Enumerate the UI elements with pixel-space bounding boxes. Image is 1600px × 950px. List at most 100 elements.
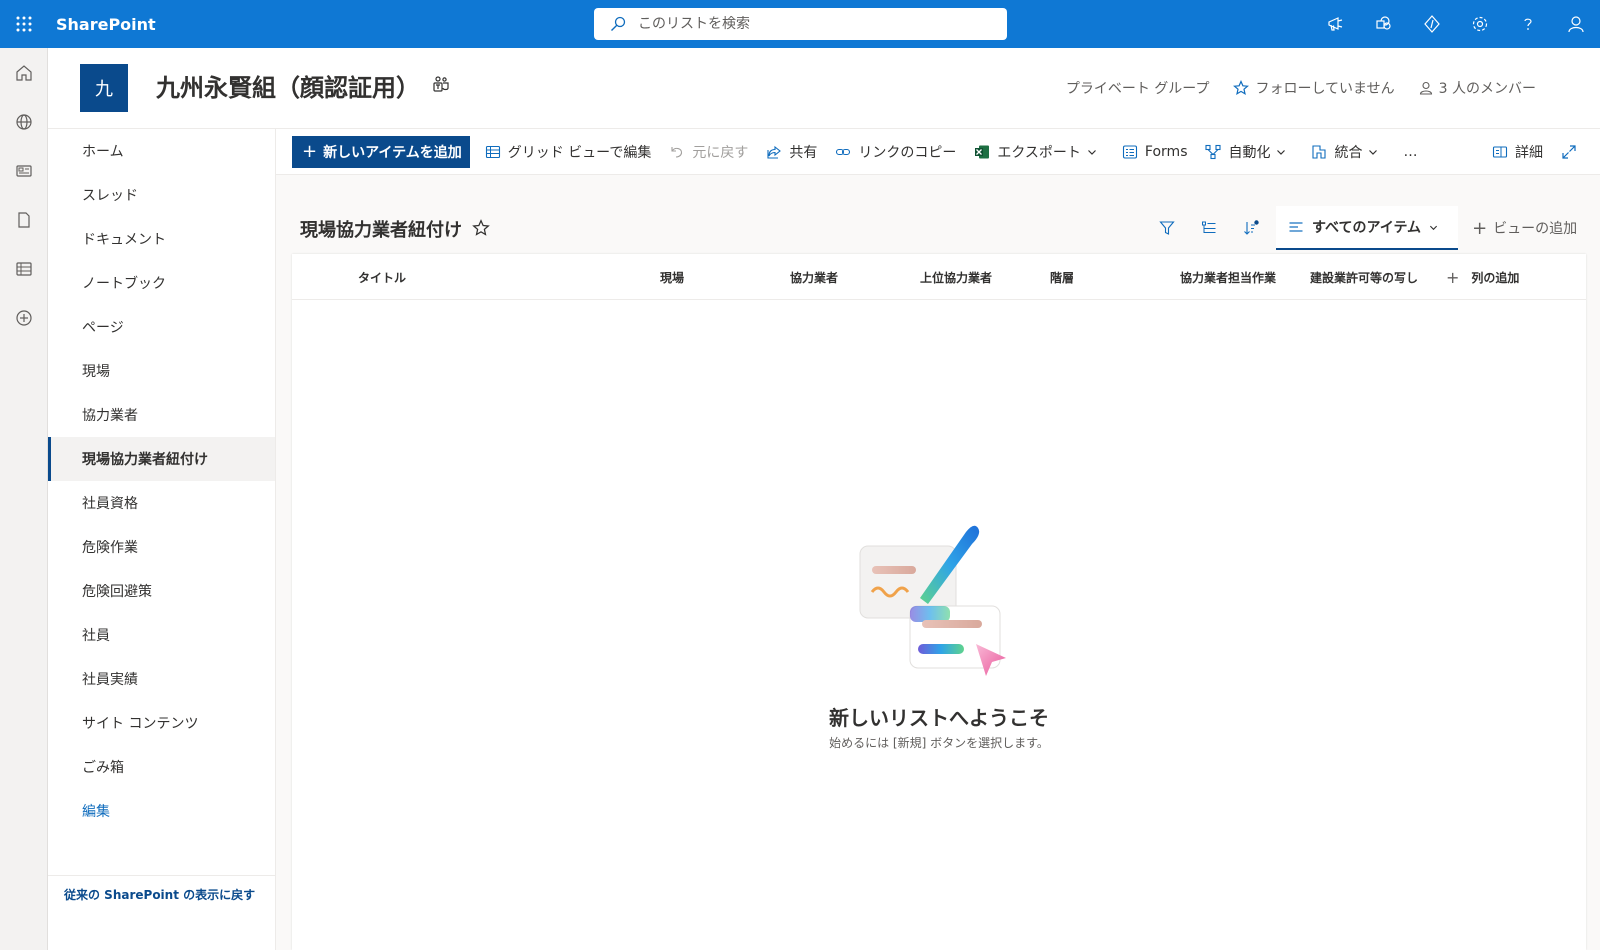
list-icon[interactable] [0, 244, 48, 293]
chevron-down-icon [1368, 147, 1385, 157]
search-box[interactable] [594, 8, 1007, 40]
help-icon[interactable] [1504, 0, 1552, 48]
nav-item-site-contents[interactable]: サイト コンテンツ [48, 701, 275, 745]
flow-icon [1205, 144, 1228, 160]
site-title[interactable]: 九州永賢組（顔認証用） [156, 68, 420, 103]
column-header-title[interactable]: タイトル [358, 254, 406, 300]
nav-item-sites[interactable]: 現場 [48, 349, 275, 393]
empty-list-illustration [858, 516, 1018, 686]
undo-button[interactable]: 元に戻す [660, 129, 757, 175]
chevron-down-icon [1429, 223, 1446, 232]
add-column-button[interactable]: + 列の追加 [1446, 254, 1519, 300]
view-lines-icon [1288, 219, 1312, 235]
settings-gear-icon[interactable] [1456, 0, 1504, 48]
nav-item-employee-records[interactable]: 社員実績 [48, 657, 275, 701]
add-view-label: ビューの追加 [1493, 221, 1578, 237]
add-view-button[interactable]: + ビューの追加 [1472, 218, 1577, 239]
nav-item-pages[interactable]: ページ [48, 305, 275, 349]
command-bar: + 新しいアイテムを追加 グリッド ビューで編集 元に戻す 共有 リンクのコピー… [276, 129, 1600, 175]
view-tools: すべてのアイテム + ビューの追加 [1146, 206, 1577, 250]
nav-item-notebook[interactable]: ノートブック [48, 261, 275, 305]
nav-item-employee-qualifications[interactable]: 社員資格 [48, 481, 275, 525]
column-header-tier[interactable]: 階層 [1050, 254, 1074, 300]
share-icon [766, 144, 789, 160]
plus-icon: + [1446, 267, 1460, 287]
follow-label: フォローしていません [1255, 81, 1395, 97]
column-header-license-copy[interactable]: 建設業許可等の写し [1310, 254, 1418, 300]
integrate-icon [1311, 144, 1334, 160]
forms-button[interactable]: Forms [1113, 129, 1197, 175]
follow-button[interactable]: フォローしていません [1233, 78, 1395, 98]
new-item-button[interactable]: + 新しいアイテムを追加 [292, 135, 470, 168]
site-logo[interactable]: 九 [80, 64, 128, 112]
classic-view-link[interactable]: 従来の SharePoint の表示に戻す [48, 875, 275, 903]
favorite-star-icon[interactable] [472, 219, 490, 237]
document-icon[interactable] [0, 195, 48, 244]
share-label: 共有 [789, 144, 818, 161]
sharepoint-brand-link[interactable]: SharePoint [56, 15, 156, 34]
new-item-label: 新しいアイテムを追加 [323, 144, 462, 161]
column-header-row: タイトル 現場 協力業者 上位協力業者 階層 協力業者担当作業 建設業許可等の写… [292, 254, 1586, 300]
dev-tools-icon[interactable] [1408, 0, 1456, 48]
expand-button[interactable] [1552, 129, 1600, 175]
more-options-button[interactable]: … [1394, 129, 1426, 175]
expand-icon [1561, 144, 1584, 160]
integrate-button[interactable]: 統合 [1302, 129, 1394, 175]
details-label: 詳細 [1515, 145, 1543, 161]
view-name: すべてのアイテム [1312, 220, 1422, 236]
details-pane-button[interactable]: 詳細 [1483, 129, 1552, 175]
copy-link-button[interactable]: リンクのコピー [826, 129, 965, 175]
megaphone-icon[interactable] [1312, 0, 1360, 48]
nav-item-threads[interactable]: スレッド [48, 173, 275, 217]
home-icon[interactable] [0, 48, 48, 97]
list-title: 現場協力業者紐付け [300, 220, 462, 241]
undo-icon [669, 144, 692, 160]
person-icon [1419, 81, 1439, 95]
share-button[interactable]: 共有 [757, 129, 826, 175]
column-header-site[interactable]: 現場 [660, 254, 684, 300]
column-header-partner[interactable]: 協力業者 [790, 254, 838, 300]
column-header-partner-work[interactable]: 協力業者担当作業 [1180, 254, 1276, 300]
forms-label: Forms [1144, 143, 1188, 160]
grid-edit-button[interactable]: グリッド ビューで編集 [476, 129, 661, 175]
globe-icon[interactable] [0, 97, 48, 146]
members-label: 3 人のメンバー [1438, 81, 1536, 97]
nav-item-employees[interactable]: 社員 [48, 613, 275, 657]
site-header: 九 九州永賢組（顔認証用） プライベート グループ フォローしていません 3 人… [48, 48, 1600, 129]
teams-group-icon[interactable] [432, 75, 450, 93]
chevron-down-icon [1087, 147, 1104, 157]
nav-item-documents[interactable]: ドキュメント [48, 217, 275, 261]
automate-label: 自動化 [1228, 144, 1271, 161]
automate-button[interactable]: 自動化 [1196, 129, 1302, 175]
grid-icon [485, 144, 508, 160]
group-by-icon[interactable] [1188, 206, 1230, 250]
search-input[interactable] [638, 16, 978, 32]
nav-item-partners[interactable]: 協力業者 [48, 393, 275, 437]
add-column-label: 列の追加 [1471, 270, 1520, 285]
create-plus-icon[interactable] [0, 293, 48, 342]
nav-item-home[interactable]: ホーム [48, 129, 275, 173]
column-header-parent-partner[interactable]: 上位協力業者 [920, 254, 992, 300]
copy-link-label: リンクのコピー [858, 144, 957, 161]
app-launcher-icon[interactable] [0, 0, 48, 48]
account-avatar-icon[interactable] [1552, 0, 1600, 48]
grid-edit-label: グリッド ビューで編集 [507, 144, 652, 161]
search-icon [610, 16, 626, 32]
sort-icon[interactable] [1230, 206, 1272, 250]
star-icon [1233, 80, 1255, 96]
nav-item-site-partner-links[interactable]: 現場協力業者紐付け [48, 437, 275, 481]
link-icon [835, 144, 858, 160]
chevron-down-icon [1276, 147, 1293, 157]
export-button[interactable]: エクスポート [965, 129, 1113, 175]
view-selector[interactable]: すべてのアイテム [1276, 206, 1459, 250]
forms-icon [1122, 144, 1145, 160]
nav-item-hazardous-work[interactable]: 危険作業 [48, 525, 275, 569]
nav-item-recycle-bin[interactable]: ごみ箱 [48, 745, 275, 789]
sharepoint-app-icon[interactable] [1360, 0, 1408, 48]
news-icon[interactable] [0, 146, 48, 195]
plus-icon: + [302, 141, 318, 162]
filter-icon[interactable] [1146, 206, 1188, 250]
nav-edit-link[interactable]: 編集 [48, 789, 275, 833]
members-button[interactable]: 3 人のメンバー [1419, 78, 1536, 98]
nav-item-hazard-avoidance[interactable]: 危険回避策 [48, 569, 275, 613]
